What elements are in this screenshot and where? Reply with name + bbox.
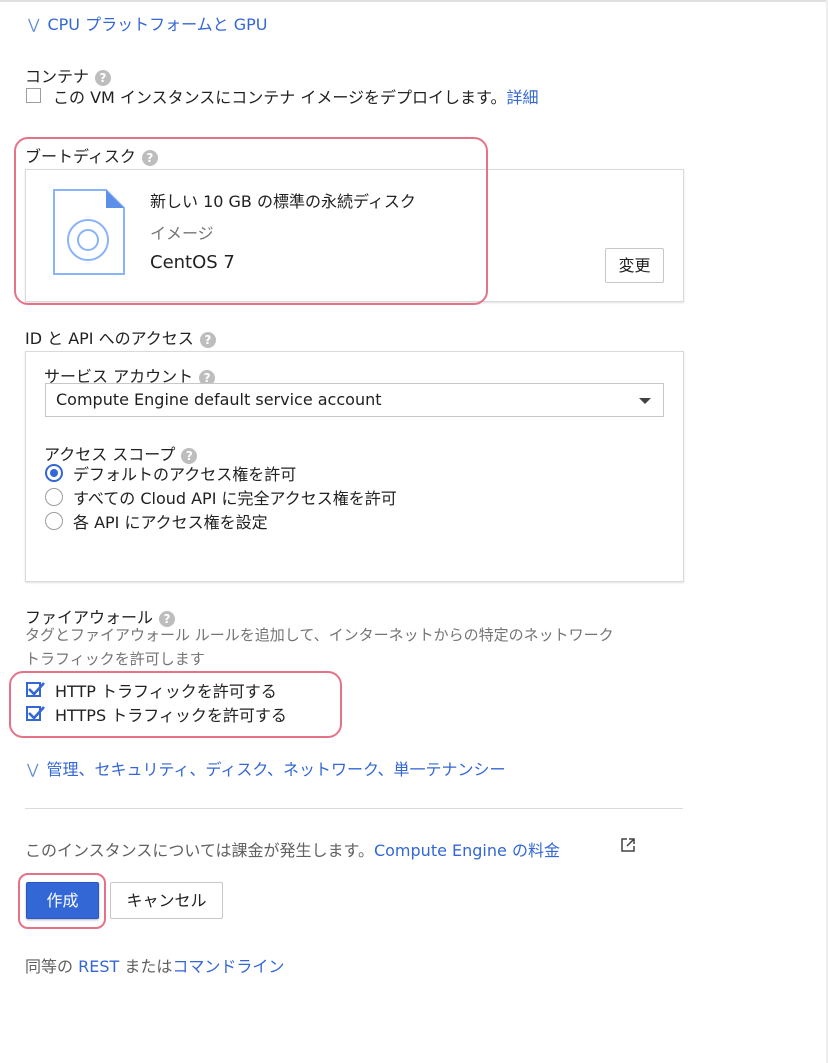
external-link-icon[interactable] xyxy=(620,837,636,857)
disk-description: 新しい 10 GB の標準の永続ディスク xyxy=(150,192,416,211)
https-label: HTTPS トラフィックを許可する xyxy=(55,706,287,725)
service-account-value: Compute Engine default service account xyxy=(56,390,382,409)
checkmark-icon xyxy=(28,682,45,696)
pricing-link[interactable]: Compute Engine の料金 xyxy=(374,841,560,860)
scope-radio-full[interactable] xyxy=(45,488,63,506)
identity-title-text: ID と API へのアクセス xyxy=(25,329,194,348)
http-checkbox[interactable] xyxy=(26,682,45,697)
cpu-gpu-expand-link[interactable]: ⋁ CPU プラットフォームと GPU xyxy=(28,11,267,35)
help-icon[interactable]: ? xyxy=(199,331,216,348)
image-label: イメージ xyxy=(150,224,214,243)
chevron-down-icon: ⋁ xyxy=(28,17,40,33)
service-account-select[interactable]: Compute Engine default service account xyxy=(45,383,664,417)
scope-label-custom: 各 API にアクセス権を設定 xyxy=(73,513,268,532)
scope-radio-custom[interactable] xyxy=(45,512,63,530)
scope-label-default: デフォルトのアクセス権を許可 xyxy=(73,465,297,484)
help-icon[interactable]: ? xyxy=(141,149,158,166)
container-checkbox-label: この VM インスタンスにコンテナ イメージをデプロイします。詳細 xyxy=(53,84,538,108)
disk-file-icon xyxy=(52,188,126,280)
image-name: CentOS 7 xyxy=(150,252,235,273)
dropdown-arrow-icon xyxy=(639,398,651,404)
top-divider xyxy=(0,0,828,2)
cancel-button[interactable]: キャンセル xyxy=(110,882,223,919)
scope-radio-default[interactable] xyxy=(45,464,63,482)
billing-notice: このインスタンスについては課金が発生します。Compute Engine の料金 xyxy=(25,837,635,861)
checkmark-icon xyxy=(28,706,45,720)
http-label: HTTP トラフィックを許可する xyxy=(55,682,277,701)
https-checkbox[interactable] xyxy=(26,706,45,721)
section-separator xyxy=(25,808,683,809)
boot-disk-title: ブートディスク? xyxy=(25,143,158,167)
management-expand-link[interactable]: ⋁ 管理、セキュリティ、ディスク、ネットワーク、単一テナンシー xyxy=(27,756,506,780)
create-button[interactable]: 作成 xyxy=(26,882,99,919)
change-boot-disk-button[interactable]: 変更 xyxy=(605,248,664,283)
cpu-gpu-link-label: CPU プラットフォームと GPU xyxy=(47,15,268,34)
rest-link[interactable]: REST xyxy=(78,957,119,976)
container-checkbox[interactable] xyxy=(26,88,41,103)
management-link-label: 管理、セキュリティ、ディスク、ネットワーク、単一テナンシー xyxy=(46,760,506,779)
billing-text: このインスタンスについては課金が発生します。 xyxy=(25,841,374,860)
container-checkbox-text: この VM インスタンスにコンテナ イメージをデプロイします。 xyxy=(53,88,507,107)
footer-prefix: 同等の xyxy=(25,957,79,976)
command-line-link[interactable]: コマンドライン xyxy=(172,957,284,976)
footer-middle: または xyxy=(119,957,173,976)
scope-label-full: すべての Cloud API に完全アクセス権を許可 xyxy=(73,489,397,508)
firewall-description-line2: トラフィックを許可します xyxy=(25,650,205,668)
container-detail-link[interactable]: 詳細 xyxy=(506,88,538,107)
identity-title: ID と API へのアクセス? xyxy=(25,325,216,349)
footer-equivalent: 同等の REST またはコマンドライン xyxy=(25,953,284,977)
chevron-down-icon: ⋁ xyxy=(27,762,39,778)
boot-disk-title-text: ブートディスク xyxy=(25,147,136,166)
firewall-description-line1: タグとファイアウォール ルールを追加して、インターネットからの特定のネットワーク xyxy=(25,626,614,644)
